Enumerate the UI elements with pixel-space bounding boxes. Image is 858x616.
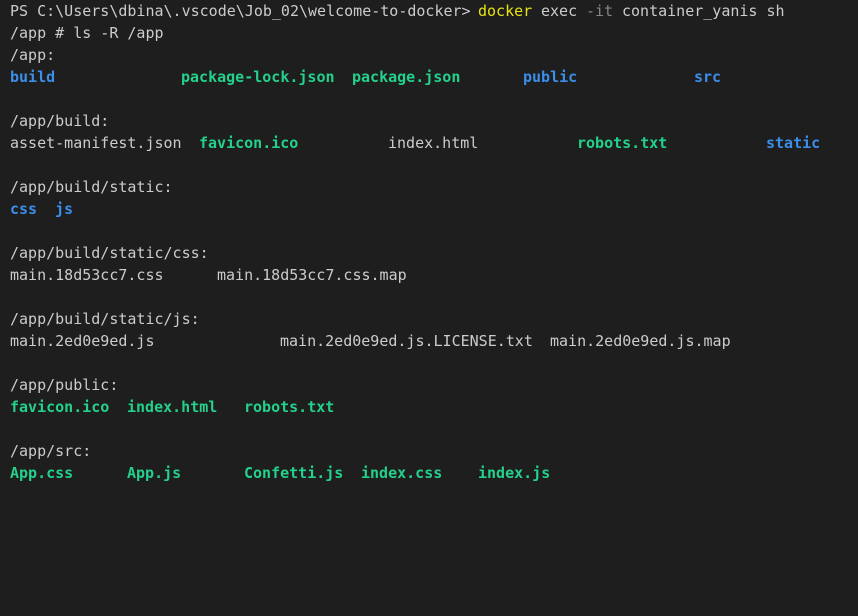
file-entry: index.html (127, 398, 218, 416)
file-entry: App.js (127, 464, 182, 482)
docker-args: container_yanis sh (622, 2, 785, 20)
file-entry: main.2ed0e9ed.js (10, 332, 155, 350)
file-entry: package-lock.json (181, 68, 335, 86)
file-entry: main.2ed0e9ed.js.map (550, 332, 731, 350)
dir-entry: css (10, 200, 38, 218)
docker-subcommand: exec (541, 2, 578, 20)
listing-app: build package-lock.json package.json pub… (10, 66, 721, 88)
listing-public: favicon.ico index.html robots.txt (10, 396, 334, 418)
docker-command: docker (478, 2, 533, 20)
file-entry: App.css (10, 464, 74, 482)
listing-build: asset-manifest.json favicon.ico index.ht… (10, 132, 820, 154)
shell-command-line: /app # ls -R /app (10, 24, 164, 42)
listing-css: main.18d53cc7.css main.18d53cc7.css.map (10, 264, 407, 286)
file-entry: robots.txt (244, 398, 335, 416)
file-entry: index.css (361, 464, 443, 482)
file-entry: asset-manifest.json (10, 134, 182, 152)
dir-entry: src (694, 68, 722, 86)
dir-entry: build (10, 68, 56, 86)
listing-src: App.css App.js Confetti.js index.css ind… (10, 462, 550, 484)
file-entry: index.html (388, 134, 479, 152)
dir-header-app: /app: (10, 46, 56, 64)
docker-flag: -it (586, 2, 614, 20)
file-entry: favicon.ico (199, 134, 299, 152)
ps-command-line: PS C:\Users\dbina\.vscode\Job_02\welcome… (10, 0, 785, 22)
dir-header-build: /app/build: (10, 112, 110, 130)
dir-entry: js (55, 200, 74, 218)
terminal-output[interactable]: PS C:\Users\dbina\.vscode\Job_02\welcome… (0, 0, 858, 486)
dir-header-static: /app/build/static: (10, 178, 173, 196)
listing-static: css js (10, 198, 73, 220)
dir-header-public: /app/public: (10, 376, 119, 394)
dir-header-css: /app/build/static/css: (10, 244, 209, 262)
file-entry: main.2ed0e9ed.js.LICENSE.txt (280, 332, 533, 350)
dir-header-js: /app/build/static/js: (10, 310, 200, 328)
file-entry: main.18d53cc7.css.map (217, 266, 407, 284)
dir-header-src: /app/src: (10, 442, 92, 460)
file-entry: package.json (352, 68, 461, 86)
file-entry: favicon.ico (10, 398, 110, 416)
listing-js: main.2ed0e9ed.js main.2ed0e9ed.js.LICENS… (10, 330, 731, 352)
dir-entry: static (766, 134, 821, 152)
file-entry: index.js (478, 464, 551, 482)
file-entry: Confetti.js (244, 464, 344, 482)
ps-prompt: PS C:\Users\dbina\.vscode\Job_02\welcome… (10, 2, 471, 20)
file-entry: robots.txt (577, 134, 668, 152)
dir-entry: public (523, 68, 578, 86)
file-entry: main.18d53cc7.css (10, 266, 164, 284)
